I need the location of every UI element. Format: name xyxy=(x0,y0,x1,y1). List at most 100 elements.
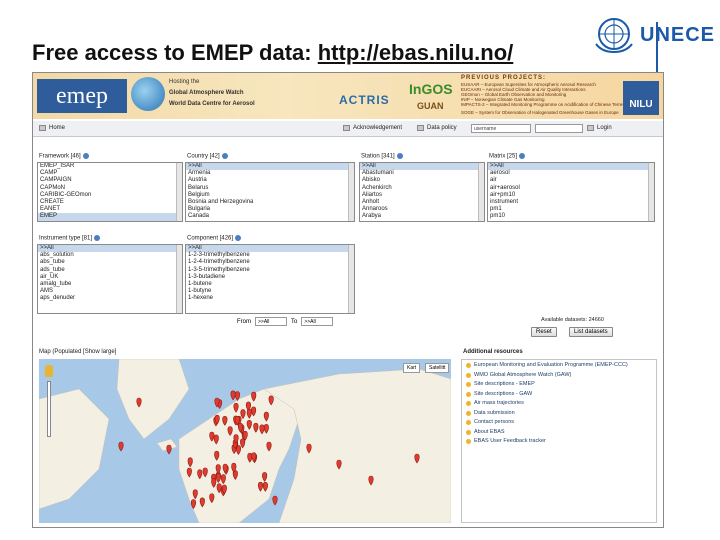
help-icon[interactable] xyxy=(396,153,403,159)
station-listbox[interactable]: >>All Abastumani Abisko Achenkirch Aliar… xyxy=(359,162,485,222)
framework-listbox[interactable]: EMEP_ISAR CAMP CAMPAIGN CAPMoN CARIBIC-G… xyxy=(37,162,183,222)
list-option[interactable]: aerosol xyxy=(488,170,654,177)
home-link[interactable]: Home xyxy=(39,125,65,131)
street-view-pegman-icon[interactable] xyxy=(45,365,53,377)
guan-logo[interactable]: GUAN xyxy=(417,101,444,111)
zoom-slider[interactable] xyxy=(47,381,51,437)
country-listbox[interactable]: >>All Armenia Austria Belarus Belgium Bo… xyxy=(185,162,355,222)
help-icon[interactable] xyxy=(82,153,89,159)
list-option[interactable]: pm1 xyxy=(488,206,654,213)
list-datasets-button[interactable]: List datasets xyxy=(569,327,613,337)
scrollbar[interactable] xyxy=(176,245,182,313)
list-option[interactable]: 1-butene xyxy=(186,281,354,288)
resource-link[interactable]: Air mass trajectories xyxy=(462,398,656,408)
station-map[interactable]: Kart Satellitt xyxy=(39,359,451,523)
component-listbox[interactable]: >>All 1-2-3-trimethylbenzene 1-2-4-trime… xyxy=(185,244,355,314)
map-type-satellite-button[interactable]: Satellitt xyxy=(425,363,450,373)
list-option[interactable]: Achenkirch xyxy=(360,185,484,192)
list-option[interactable]: Armenia xyxy=(186,170,354,177)
list-option[interactable]: Bosnia and Herzegovina xyxy=(186,199,354,206)
list-option[interactable]: 1-butyne xyxy=(186,288,354,295)
password-input[interactable] xyxy=(535,124,583,133)
scrollbar[interactable] xyxy=(348,163,354,221)
actris-logo[interactable]: ACTRIS xyxy=(339,93,390,107)
list-option[interactable]: ads_tube xyxy=(38,267,182,274)
list-option-selected[interactable]: >>All xyxy=(186,245,354,253)
list-option[interactable]: Belarus xyxy=(186,185,354,192)
map-type-map-button[interactable]: Kart xyxy=(403,363,421,373)
list-option[interactable]: EANET xyxy=(38,206,182,213)
scrollbar[interactable] xyxy=(348,245,354,313)
instrument-type-listbox[interactable]: >>All abs_solution abs_tube ads_tube air… xyxy=(37,244,183,314)
list-option[interactable]: aps_denuder xyxy=(38,295,182,302)
list-option[interactable]: Abastumani xyxy=(360,170,484,177)
list-option[interactable]: air_UK xyxy=(38,274,182,281)
scrollbar[interactable] xyxy=(648,163,654,221)
station-marker-icon[interactable] xyxy=(118,441,124,452)
acknowledgement-link[interactable]: Acknowledgement xyxy=(343,125,402,131)
list-option[interactable]: Anholt xyxy=(360,199,484,206)
list-option[interactable]: air+pm10 xyxy=(488,192,654,199)
list-option[interactable]: Bulgaria xyxy=(186,206,354,213)
resource-link[interactable]: About EBAS xyxy=(462,427,656,437)
list-option-selected[interactable]: EMEP xyxy=(38,213,182,221)
previous-project[interactable]: SOGE – System for Observation of Halogen… xyxy=(461,110,619,115)
list-option[interactable]: 1-3-5-trimethylbenzene xyxy=(186,267,354,274)
station-marker-icon[interactable] xyxy=(166,444,172,455)
resource-link[interactable]: Data submission xyxy=(462,408,656,418)
emep-logo[interactable]: emep xyxy=(37,79,127,113)
resource-link[interactable]: EBAS User Feedback tracker xyxy=(462,436,656,446)
reset-button[interactable]: Reset xyxy=(531,327,557,337)
list-option[interactable]: 1-2-3-trimethylbenzene xyxy=(186,252,354,259)
ingos-logo[interactable]: InGOS xyxy=(409,81,453,97)
map-canvas[interactable] xyxy=(39,359,451,523)
list-option[interactable]: Arabya xyxy=(360,213,484,220)
list-option[interactable]: abs_tube xyxy=(38,259,182,266)
list-option[interactable]: 1-hexene xyxy=(186,295,354,302)
matrix-listbox[interactable]: >>All aerosol air air+aerosol air+pm10 i… xyxy=(487,162,655,222)
list-option[interactable]: CAMPAIGN xyxy=(38,177,182,184)
resource-link[interactable]: WMO Global Atmosphere Watch (GAW) xyxy=(462,370,656,380)
help-icon[interactable] xyxy=(94,235,101,241)
list-option[interactable]: CARIBIC-GEOmon xyxy=(38,192,182,199)
help-icon[interactable] xyxy=(221,153,228,159)
list-option[interactable]: EMEP_ISAR xyxy=(38,163,182,170)
list-option[interactable]: amalg_tube xyxy=(38,281,182,288)
from-select[interactable]: >>All xyxy=(255,317,287,326)
list-option[interactable]: air+aerosol xyxy=(488,185,654,192)
list-option[interactable]: pm10 xyxy=(488,213,654,220)
resource-link[interactable]: European Monitoring and Evaluation Progr… xyxy=(462,360,656,370)
help-icon[interactable] xyxy=(235,235,242,241)
help-icon[interactable] xyxy=(519,153,526,159)
scrollbar[interactable] xyxy=(176,163,182,221)
list-option-selected[interactable]: >>All xyxy=(186,163,354,171)
list-option[interactable]: air xyxy=(488,177,654,184)
list-option-selected[interactable]: >>All xyxy=(488,163,654,171)
nilu-logo[interactable]: NILU xyxy=(623,81,659,115)
ebas-link[interactable]: http://ebas.nilu.no/ xyxy=(318,40,514,65)
list-option[interactable]: AMS xyxy=(38,288,182,295)
login-button[interactable]: Login xyxy=(587,125,612,131)
station-marker-icon[interactable] xyxy=(272,495,278,506)
resource-link[interactable]: Site descriptions - EMEP xyxy=(462,379,656,389)
list-option[interactable]: Canada xyxy=(186,213,354,220)
previous-project[interactable]: IMPACTS-2 – Integrated Monitoring Progra… xyxy=(461,102,650,107)
username-input[interactable]: username xyxy=(471,124,531,133)
map-title[interactable]: Map (Populated [Show large] xyxy=(39,349,116,355)
list-option-selected[interactable]: >>All xyxy=(38,245,182,253)
list-option[interactable]: Aliartos xyxy=(360,192,484,199)
list-option[interactable]: 1-2-4-trimethylbenzene xyxy=(186,259,354,266)
resource-link[interactable]: Site descriptions - GAW xyxy=(462,389,656,399)
list-option[interactable]: CAPMoN xyxy=(38,185,182,192)
list-option[interactable]: Belgium xyxy=(186,192,354,199)
list-option[interactable]: CAMP xyxy=(38,170,182,177)
list-option[interactable]: abs_solution xyxy=(38,252,182,259)
list-option[interactable]: Annaroos xyxy=(360,206,484,213)
list-option[interactable]: instrument xyxy=(488,199,654,206)
to-select[interactable]: >>All xyxy=(301,317,334,326)
data-policy-link[interactable]: Data policy xyxy=(417,125,457,131)
list-option[interactable]: CREATE xyxy=(38,199,182,206)
scrollbar[interactable] xyxy=(478,163,484,221)
list-option[interactable]: 1-3-butadiene xyxy=(186,274,354,281)
list-option-selected[interactable]: >>All xyxy=(360,163,484,171)
